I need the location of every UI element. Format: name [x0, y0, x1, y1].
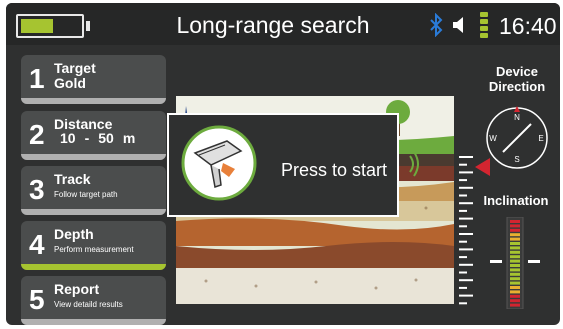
inclination-segment	[510, 272, 520, 276]
compass-north-marker	[514, 106, 520, 112]
device-screen: Long-range search 16:40 1 Target Gold 2 …	[6, 3, 560, 325]
speaker-icon[interactable]	[451, 15, 471, 35]
menu-item-target[interactable]: 1 Target Gold	[21, 55, 166, 104]
menu-title: Depth	[54, 226, 94, 242]
inclination-segment	[510, 246, 520, 250]
signal-strength-icon	[478, 12, 490, 38]
menu-item-distance[interactable]: 2 Distance 10-50 m	[21, 111, 166, 160]
inclination-segment	[510, 233, 520, 237]
distance-range: 10-50 m	[60, 130, 136, 146]
inclination-segment	[510, 255, 520, 259]
menu-item-depth[interactable]: 4 Depth Perform measurement	[21, 221, 166, 270]
inclination-segment	[510, 299, 520, 303]
menu-item-report[interactable]: 5 Report View detaild results	[21, 276, 166, 325]
inclination-segment	[510, 259, 520, 263]
menu-number: 4	[29, 229, 45, 260]
inclination-segment	[510, 242, 520, 245]
screen-title: Long-range search	[176, 12, 370, 38]
compass-w-label: W	[489, 134, 497, 143]
menu-number: 1	[29, 63, 45, 94]
inclination-segment	[510, 220, 520, 223]
menu-number: 2	[29, 119, 45, 150]
inclination-segment	[510, 228, 520, 232]
compass-s-label: S	[514, 155, 519, 164]
press-to-start-label: Press to start	[281, 160, 388, 180]
inclination-segment	[510, 286, 520, 289]
clock: 16:40	[499, 13, 557, 39]
inclination-segment	[510, 268, 520, 272]
inclination-segment	[510, 303, 520, 307]
menu-number: 3	[29, 174, 45, 205]
compass-needle	[502, 123, 532, 153]
compass-icon: N E S W	[486, 106, 548, 169]
menu-title: Target	[54, 60, 96, 76]
inclination-segment	[510, 237, 520, 241]
inclination-segment	[510, 264, 520, 267]
battery-icon	[16, 14, 90, 38]
bluetooth-icon[interactable]	[429, 13, 443, 37]
compass-e-label: E	[538, 134, 543, 143]
menu-subtitle: View detaild results	[54, 300, 123, 309]
inclination-segment	[510, 281, 520, 285]
inclination-segment	[510, 294, 520, 298]
status-bar: Long-range search 16:40	[6, 3, 560, 45]
inclination-left-arm	[490, 260, 502, 263]
compass-n-label: N	[514, 113, 520, 122]
menu-subtitle: Gold	[54, 75, 86, 91]
start-overlay[interactable]: Press to start	[167, 113, 399, 217]
device-illustration-icon	[181, 125, 257, 201]
menu-item-track[interactable]: 3 Track Follow target path	[21, 166, 166, 215]
inclination-right-arm	[528, 260, 540, 263]
inclination-segment	[510, 250, 520, 254]
menu-title: Track	[54, 171, 91, 187]
depth-scale	[459, 156, 473, 305]
inclination-gauge	[490, 217, 540, 309]
inclination-label: Inclination	[483, 193, 549, 208]
inclination-segment	[510, 277, 520, 281]
menu-subtitle: Follow target path	[54, 190, 118, 199]
battery-level	[21, 19, 53, 33]
menu-number: 5	[29, 284, 45, 315]
inclination-segment	[510, 224, 520, 228]
inclination-segment	[510, 290, 520, 294]
menu-title: Report	[54, 281, 100, 297]
menu-subtitle: Perform measurement	[54, 245, 134, 254]
device-direction-label: Device Direction	[488, 64, 546, 94]
